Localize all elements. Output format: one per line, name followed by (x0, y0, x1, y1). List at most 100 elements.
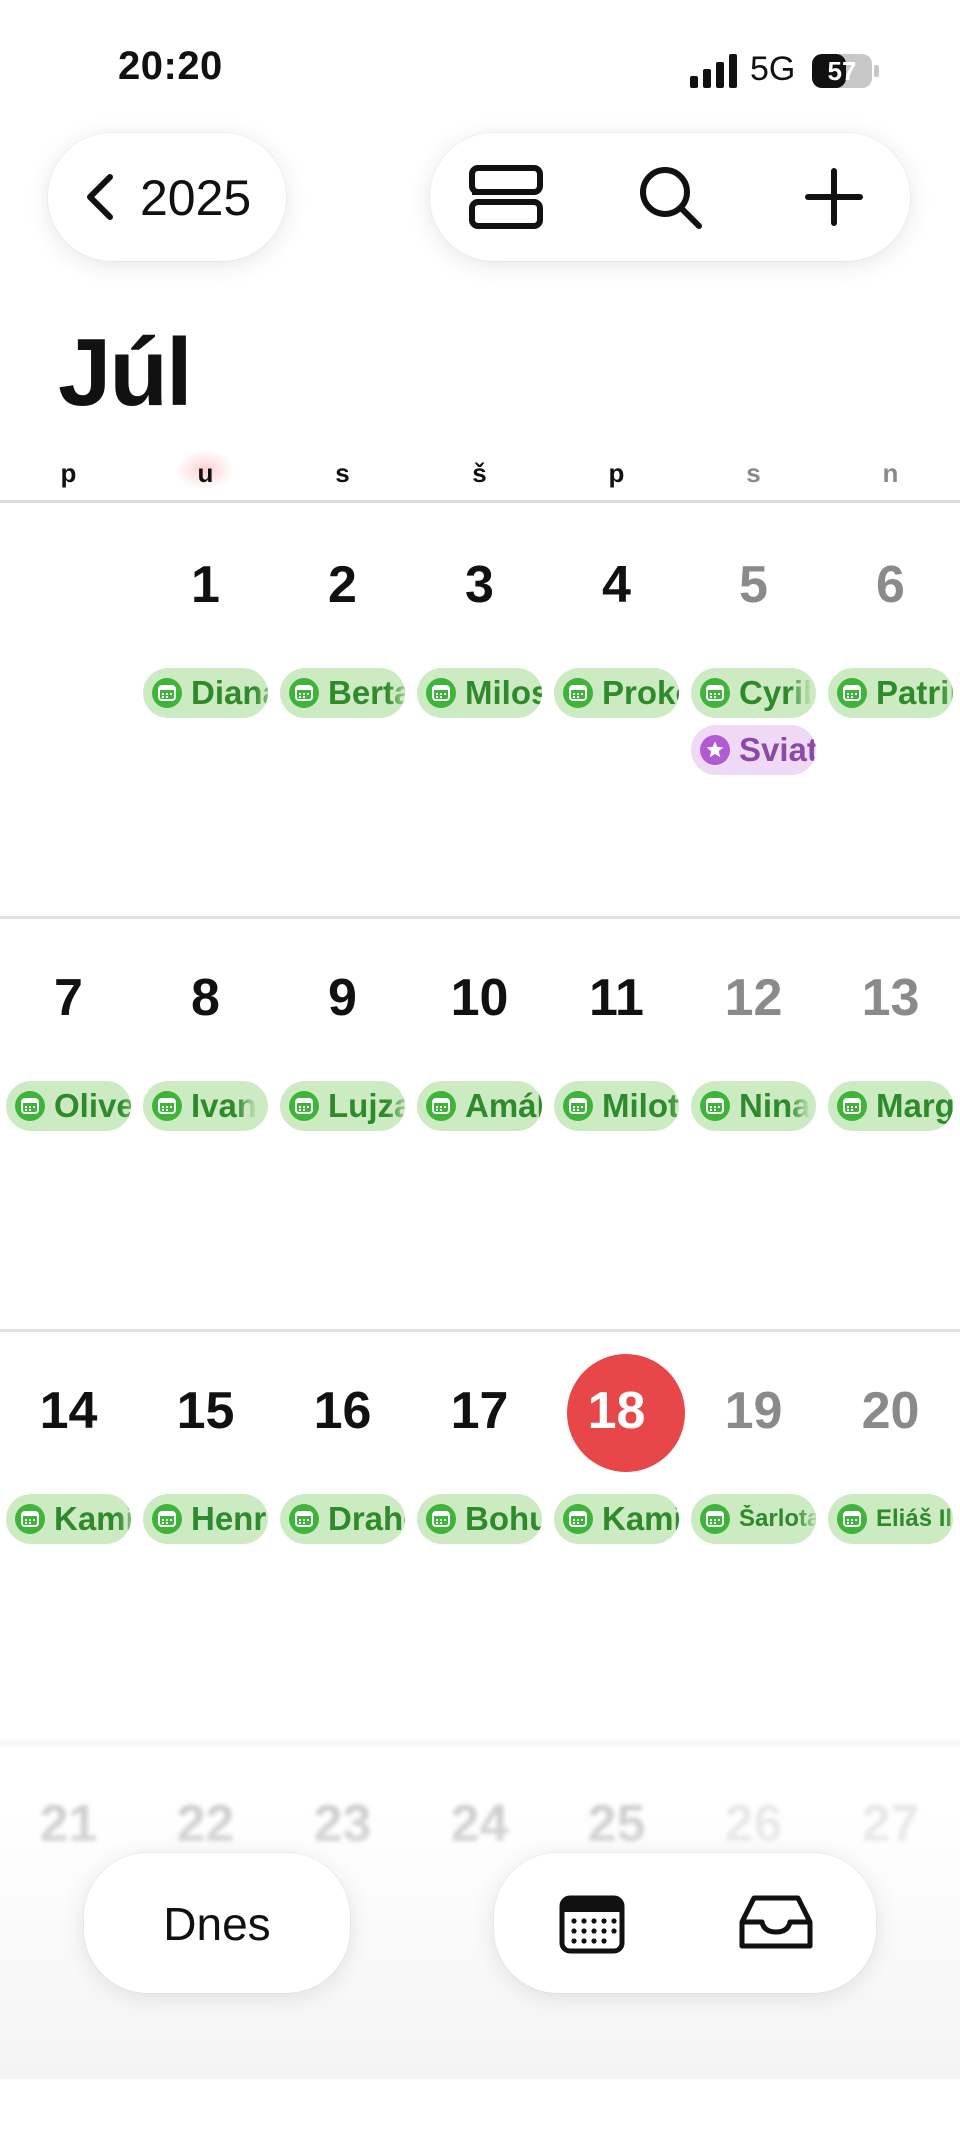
nameday-event[interactable]: Margita (828, 1081, 953, 1131)
calendar-day[interactable]: 1 Diana (137, 503, 274, 916)
calendar-event-icon (15, 1091, 45, 1121)
calendar-day[interactable]: 2 Berta (274, 503, 411, 916)
calendar-day[interactable]: 8 Ivan (137, 916, 274, 1329)
day-number: 11 (589, 969, 644, 1027)
calendar-day[interactable]: 7 Oliver (0, 916, 137, 1329)
calendar-day[interactable]: 16 Drahomír (274, 1329, 411, 1742)
add-event-button[interactable] (794, 157, 874, 237)
calendar-day[interactable]: 12 Nina (685, 916, 822, 1329)
calendar-event-icon (426, 1091, 456, 1121)
calendar-day[interactable]: 11 Milota (548, 916, 685, 1329)
calendar-day[interactable]: 4 Prokop (548, 503, 685, 916)
event-title: Margita (876, 1087, 953, 1124)
holiday-event[interactable]: Sviatok (691, 725, 816, 775)
calendar-event-icon (700, 1091, 730, 1121)
nameday-event[interactable]: Šarlota (691, 1494, 816, 1544)
calendar-day[interactable]: 17 Bohuslav (411, 1329, 548, 1742)
calendar-week: 14 Kamil 15 Henrieta 16 Drahomír 17 Bohuslav 18 K… (0, 1329, 960, 1742)
calendar-event-icon (289, 1504, 319, 1534)
calendar-event-icon (426, 678, 456, 708)
nameday-event[interactable]: Henrieta (143, 1494, 268, 1544)
calendar-day[interactable]: 13 Margita (822, 916, 959, 1329)
event-title: Diana (191, 674, 268, 711)
search-icon (640, 167, 702, 229)
calendar-day[interactable]: 20 Eliáš Ilja (822, 1329, 959, 1742)
calendar-week: 7 Oliver 8 Ivan 9 Lujza 10 Amália 11 Milota 12 Nina… (0, 916, 960, 1329)
day-number: 17 (450, 1382, 509, 1440)
weekday-label: s (746, 458, 761, 488)
day-number: 14 (39, 1382, 98, 1440)
chevron-left-icon (87, 174, 113, 220)
star-icon (700, 735, 730, 765)
nameday-event[interactable]: Milota (554, 1081, 679, 1131)
event-title: Ivan (191, 1087, 258, 1124)
event-title: Oliver (54, 1087, 131, 1124)
nameday-event[interactable]: Berta (280, 668, 405, 718)
day-number: 19 (724, 1382, 783, 1440)
calendar-day[interactable]: 10 Amália (411, 916, 548, 1329)
event-title: Sviatok (739, 731, 816, 768)
calendar-day[interactable]: 9 Lujza (274, 916, 411, 1329)
year-label: 2025 (140, 170, 252, 226)
inbox-button[interactable] (736, 1883, 816, 1963)
weekday-label: p (608, 458, 625, 488)
nameday-event[interactable]: Drahomír (280, 1494, 405, 1544)
nameday-event[interactable]: Bohuslav (417, 1494, 542, 1544)
plus-icon (805, 168, 863, 226)
event-title: Patrik (876, 674, 953, 711)
event-title: Lujza (328, 1087, 405, 1124)
day-number: 7 (54, 969, 83, 1027)
event-title: Milota (602, 1087, 679, 1124)
calendar-event-icon (426, 1504, 456, 1534)
calendar-day[interactable]: 19 Šarlota (685, 1329, 822, 1742)
calendar-event-icon (837, 1504, 867, 1534)
day-number: 16 (313, 1382, 372, 1440)
calendar-event-icon (563, 678, 593, 708)
nameday-event[interactable]: Cyril (691, 668, 816, 718)
nameday-event[interactable]: Prokop (554, 668, 679, 718)
event-title: Cyril (739, 674, 813, 711)
nameday-event[interactable]: Ivan (143, 1081, 268, 1131)
nameday-event[interactable]: Diana (143, 668, 268, 718)
event-title: Kamila (602, 1500, 679, 1537)
nameday-event[interactable]: Amália (417, 1081, 542, 1131)
calendar-day[interactable]: 18 Kamila (548, 1329, 685, 1742)
today-button[interactable]: Dnes (84, 1853, 350, 1993)
day-number: 15 (176, 1382, 235, 1440)
nameday-event[interactable]: Miloslav (417, 668, 542, 718)
nameday-event[interactable]: Lujza (280, 1081, 405, 1131)
back-to-year-button[interactable]: 2025 (48, 133, 286, 261)
nameday-event[interactable]: Kamil (6, 1494, 131, 1544)
calendar-day[interactable]: 15 Henrieta (137, 1329, 274, 1742)
calendar-event-icon (700, 1504, 730, 1534)
view-toggle-button[interactable] (466, 157, 546, 237)
toolbar (430, 133, 910, 261)
event-title: Bohuslav (465, 1500, 542, 1537)
day-number: 10 (450, 969, 509, 1027)
calendar-event-icon (837, 678, 867, 708)
calendar-day[interactable]: 14 Kamil (0, 1329, 137, 1742)
event-title: Prokop (602, 674, 679, 711)
nameday-event[interactable]: Kamila (554, 1494, 679, 1544)
today-button-label: Dnes (163, 1898, 271, 1950)
home-indicator (0, 2060, 960, 2079)
search-button[interactable] (630, 157, 710, 237)
calendar-day[interactable]: 3 Miloslav (411, 503, 548, 916)
calendar-day[interactable]: 5 Cyril Sviatok (685, 503, 822, 916)
network-type: 5G (750, 50, 796, 88)
calendars-button[interactable] (552, 1883, 632, 1963)
event-title: Berta (328, 674, 405, 711)
event-title: Eliáš Ilja (876, 1505, 953, 1532)
calendar-event-icon (15, 1504, 45, 1534)
calendar-event-icon (152, 1091, 182, 1121)
nameday-event[interactable]: Patrik (828, 668, 953, 718)
calendar-day[interactable]: 6 Patrik (822, 503, 959, 916)
nameday-event[interactable]: Nina (691, 1081, 816, 1131)
nameday-event[interactable]: Eliáš Ilja (828, 1494, 953, 1544)
calendar-event-icon (700, 678, 730, 708)
calendar-event-icon (563, 1504, 593, 1534)
weekday-label: š (472, 458, 487, 488)
day-number: 6 (876, 556, 905, 614)
day-number: 1 (191, 556, 220, 614)
nameday-event[interactable]: Oliver (6, 1081, 131, 1131)
